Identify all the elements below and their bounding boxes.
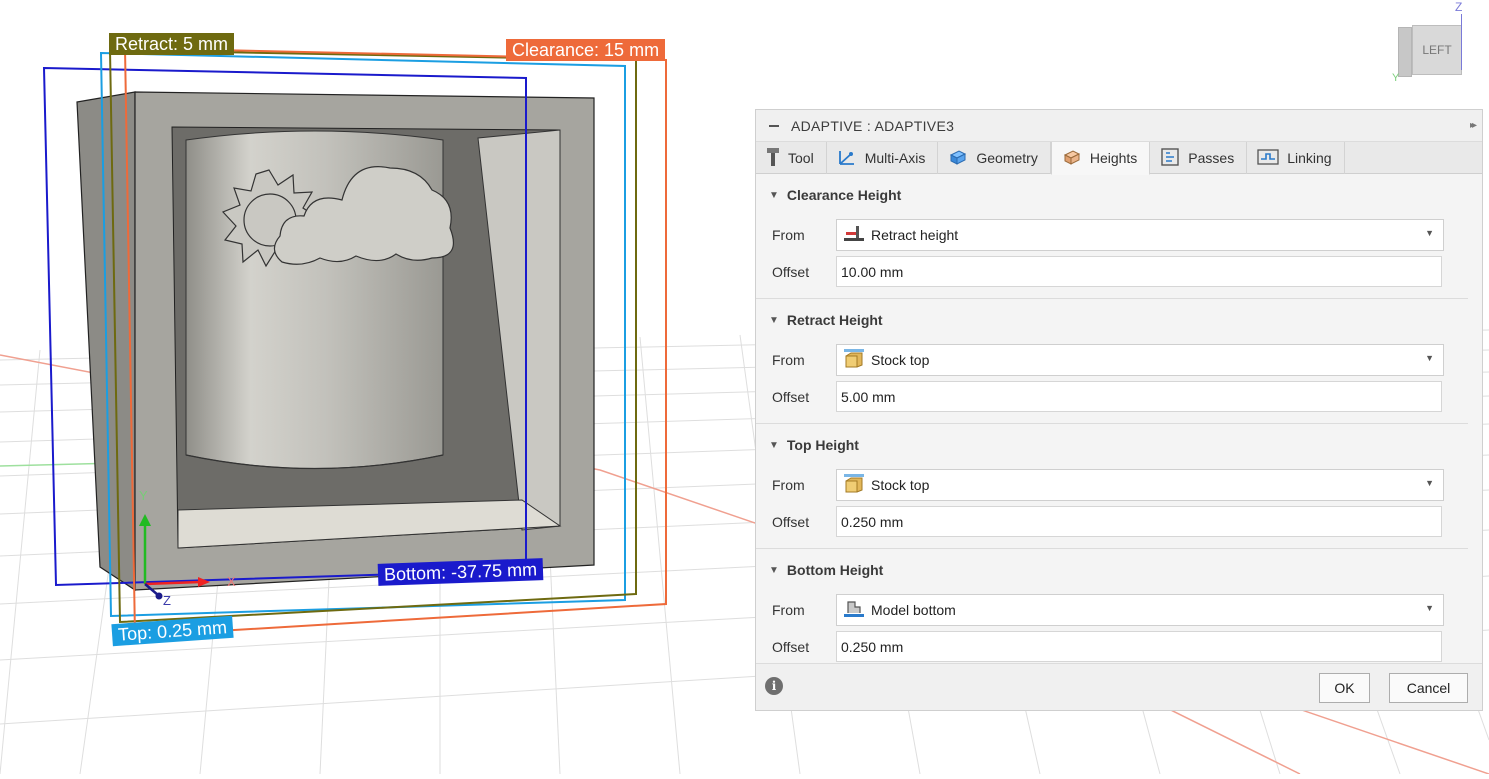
collapse-triangle-icon: ▼ bbox=[769, 439, 779, 451]
bottom-offset-input[interactable]: 0.250 mm bbox=[836, 631, 1442, 662]
dropdown-arrow-icon: ▼ bbox=[1425, 477, 1434, 488]
viewcube-y-label: Y bbox=[1392, 72, 1400, 84]
stock-top-icon bbox=[837, 473, 871, 496]
collapse-triangle-icon: ▼ bbox=[769, 189, 779, 201]
dialog-titlebar[interactable]: ADAPTIVE : ADAPTIVE3 ▸▸ bbox=[756, 110, 1482, 142]
bottom-height-title: Bottom Height bbox=[786, 562, 884, 578]
top-offset-input[interactable]: 0.250 mm bbox=[836, 506, 1442, 537]
clearance-offset-label: Offset bbox=[772, 263, 810, 280]
retract-from-value: Stock top bbox=[871, 351, 930, 368]
collapse-triangle-icon: ▼ bbox=[769, 314, 779, 326]
tab-multi-axis-label: Multi-Axis bbox=[864, 150, 926, 166]
retract-height-section: ▼ Retract Height From Stock top ▼ Offset… bbox=[756, 299, 1468, 424]
top-from-select[interactable]: Stock top ▼ bbox=[836, 468, 1444, 501]
clearance-from-value: Retract height bbox=[871, 226, 959, 243]
cancel-button[interactable]: Cancel bbox=[1389, 673, 1468, 703]
top-height-header[interactable]: ▼ Top Height bbox=[756, 424, 1468, 466]
tab-multi-axis[interactable]: Multi-Axis bbox=[827, 142, 939, 174]
dropdown-arrow-icon: ▼ bbox=[1425, 227, 1434, 238]
clearance-height-header[interactable]: ▼ Clearance Height bbox=[756, 174, 1468, 216]
retract-from-label: From bbox=[772, 351, 805, 368]
tool-icon bbox=[766, 147, 788, 170]
top-from-label: From bbox=[772, 476, 805, 493]
bottom-offset-label: Offset bbox=[772, 638, 810, 655]
linking-icon bbox=[1257, 147, 1287, 170]
clearance-from-label: From bbox=[772, 226, 805, 243]
tab-geometry[interactable]: Geometry bbox=[938, 142, 1051, 174]
tab-heights-label: Heights bbox=[1089, 150, 1138, 166]
viewcube-z-label: Z bbox=[1455, 0, 1463, 14]
tab-tool-label: Tool bbox=[788, 150, 814, 166]
retract-height-header[interactable]: ▼ Retract Height bbox=[756, 299, 1468, 341]
clearance-from-select[interactable]: Retract height ▼ bbox=[836, 218, 1444, 251]
stock-top-icon bbox=[837, 348, 871, 371]
origin-z-label: Z bbox=[163, 593, 171, 608]
clearance-offset-input[interactable]: 10.00 mm bbox=[836, 256, 1442, 287]
tab-geometry-label: Geometry bbox=[976, 150, 1038, 166]
top-offset-label: Offset bbox=[772, 513, 810, 530]
bottom-height-section: ▼ Bottom Height From Model bottom ▼ Offs… bbox=[756, 549, 1468, 665]
stock-model bbox=[76, 91, 595, 592]
tab-bar: Tool Multi-Axis Geometry Heights Passes … bbox=[756, 142, 1482, 175]
tab-linking[interactable]: Linking bbox=[1247, 142, 1345, 174]
viewcube-side[interactable] bbox=[1398, 27, 1412, 77]
retract-height-icon bbox=[837, 223, 871, 246]
dialog-footer: i OK Cancel bbox=[756, 663, 1482, 710]
adaptive-dialog: ADAPTIVE : ADAPTIVE3 ▸▸ Tool Multi-Axis … bbox=[755, 109, 1483, 711]
bottom-from-label: From bbox=[772, 601, 805, 618]
clearance-height-label: Clearance: 15 mm bbox=[506, 39, 666, 61]
heights-icon bbox=[1062, 147, 1090, 170]
retract-height-title: Retract Height bbox=[786, 312, 883, 328]
top-height-title: Top Height bbox=[786, 437, 859, 453]
collapse-triangle-icon: ▼ bbox=[769, 564, 779, 576]
retract-offset-input[interactable]: 5.00 mm bbox=[836, 381, 1442, 412]
multi-axis-icon bbox=[837, 147, 865, 170]
info-icon[interactable]: i bbox=[765, 677, 783, 695]
retract-height-label: Retract: 5 mm bbox=[109, 33, 235, 55]
tab-tool[interactable]: Tool bbox=[756, 142, 827, 174]
bottom-height-header[interactable]: ▼ Bottom Height bbox=[756, 549, 1468, 591]
tab-passes[interactable]: Passes bbox=[1150, 142, 1248, 174]
clearance-height-section: ▼ Clearance Height From Retract height ▼… bbox=[756, 174, 1468, 299]
expand-icon[interactable]: ▸▸ bbox=[1470, 120, 1477, 131]
viewcube-z-axis-line bbox=[1461, 14, 1462, 70]
model-bottom-icon bbox=[837, 598, 871, 621]
clearance-height-title: Clearance Height bbox=[786, 187, 902, 203]
origin-x-label: X bbox=[227, 574, 236, 589]
tab-passes-label: Passes bbox=[1188, 150, 1235, 166]
dropdown-arrow-icon: ▼ bbox=[1425, 352, 1434, 363]
viewcube-face-left[interactable]: LEFT bbox=[1412, 25, 1462, 75]
bottom-from-value: Model bottom bbox=[871, 601, 956, 618]
top-from-value: Stock top bbox=[871, 476, 930, 493]
tab-heights[interactable]: Heights bbox=[1050, 142, 1151, 175]
tab-linking-label: Linking bbox=[1287, 150, 1332, 166]
top-height-section: ▼ Top Height From Stock top ▼ Offset 0.2… bbox=[756, 424, 1468, 549]
geometry-icon bbox=[948, 147, 976, 170]
origin-y-label: Y bbox=[139, 488, 148, 503]
ok-button[interactable]: OK bbox=[1319, 673, 1370, 703]
collapse-icon[interactable] bbox=[769, 124, 779, 127]
bottom-from-select[interactable]: Model bottom ▼ bbox=[836, 593, 1444, 626]
retract-offset-label: Offset bbox=[772, 388, 810, 405]
passes-icon bbox=[1160, 147, 1188, 170]
dropdown-arrow-icon: ▼ bbox=[1425, 602, 1434, 613]
retract-from-select[interactable]: Stock top ▼ bbox=[836, 343, 1444, 376]
dialog-title: ADAPTIVE : ADAPTIVE3 bbox=[791, 117, 955, 134]
